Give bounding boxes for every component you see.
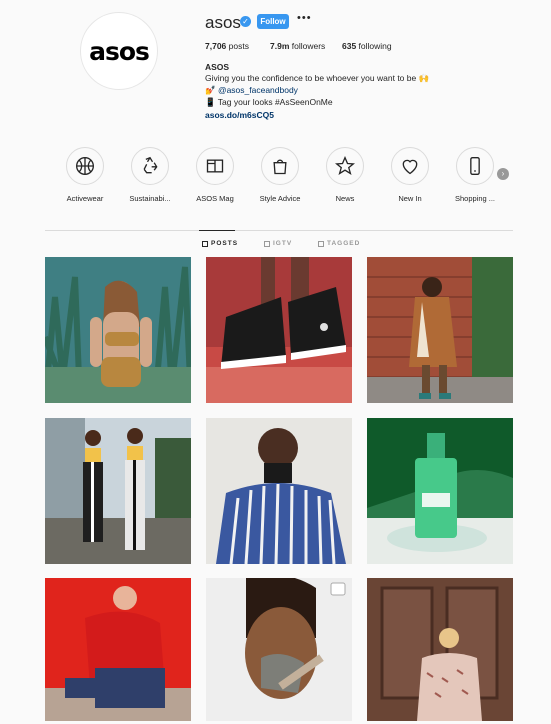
highlight-label: Shopping ... (454, 194, 496, 203)
highlight-label: New In (398, 194, 422, 203)
tv-icon (264, 240, 270, 247)
magazine-icon (196, 147, 234, 185)
bio-line: 📱 Tag your looks #AsSeenOnMe (205, 97, 333, 107)
highlight-sustainability[interactable]: Sustainabi... (120, 147, 180, 203)
post-thumbnail-print-jumper[interactable] (367, 578, 513, 724)
tab-igtv[interactable]: IGTV (264, 240, 292, 247)
followers-link[interactable]: 7.9m followers (270, 41, 325, 51)
highlight-label: Style Advice (259, 194, 301, 203)
star-icon (326, 147, 364, 185)
highlight-label: News (335, 194, 355, 203)
highlight-new-in[interactable]: New In (380, 147, 440, 203)
avatar-logo-text: asos (89, 36, 150, 66)
chevron-right-icon[interactable]: › (497, 168, 509, 180)
highlight-style-advice[interactable]: Style Advice (250, 147, 310, 203)
heart-icon (391, 147, 429, 185)
highlight-asos-mag[interactable]: ASOS Mag (185, 147, 245, 203)
post-thumbnail-shearling-coat[interactable] (367, 257, 513, 403)
highlight-news[interactable]: News (315, 147, 375, 203)
profile-website-link[interactable]: asos.do/m6sCQ5 (205, 110, 274, 121)
post-thumbnail-striped-shirt[interactable] (206, 418, 352, 564)
post-thumbnail-boxing-boots[interactable] (206, 257, 352, 403)
bio-mention-link[interactable]: 💅 @asos_faceandbody (205, 85, 298, 96)
recycle-icon (131, 147, 169, 185)
following-link[interactable]: 635 following (342, 41, 392, 51)
highlight-activewear[interactable]: Activewear (55, 147, 115, 203)
post-thumbnail-green-bottle[interactable] (367, 418, 513, 564)
post-thumbnail-red-jumper[interactable] (45, 578, 191, 724)
post-thumbnail-face-mask[interactable] (206, 578, 352, 724)
tab-tagged[interactable]: TAGGED (318, 240, 360, 247)
shopping-bag-icon (261, 147, 299, 185)
active-tab-indicator (199, 230, 235, 231)
basketball-icon (66, 147, 104, 185)
highlight-shopping[interactable]: Shopping ... (445, 147, 505, 203)
more-options-icon[interactable]: ••• (297, 12, 312, 24)
follow-button[interactable]: Follow (257, 14, 289, 29)
section-divider (45, 230, 513, 231)
highlight-label: Sustainabi... (129, 194, 171, 203)
profile-avatar[interactable]: asos (80, 12, 158, 90)
highlight-label: ASOS Mag (196, 194, 234, 203)
profile-full-name: ASOS (205, 62, 230, 72)
verified-badge-icon: ✓ (240, 16, 251, 27)
profile-username: asos (205, 13, 241, 32)
posts-count: 7,706 posts (205, 41, 249, 51)
tag-icon (318, 240, 324, 247)
post-thumbnail-leopard-bikini[interactable] (45, 257, 191, 403)
bio-line: Giving you the confidence to be whoever … (205, 73, 430, 83)
post-thumbnail-joggers-duo[interactable] (45, 418, 191, 564)
tab-posts[interactable]: POSTS (202, 240, 238, 247)
grid-icon (202, 240, 208, 247)
phone-icon (456, 147, 494, 185)
highlight-label: Activewear (66, 194, 104, 203)
